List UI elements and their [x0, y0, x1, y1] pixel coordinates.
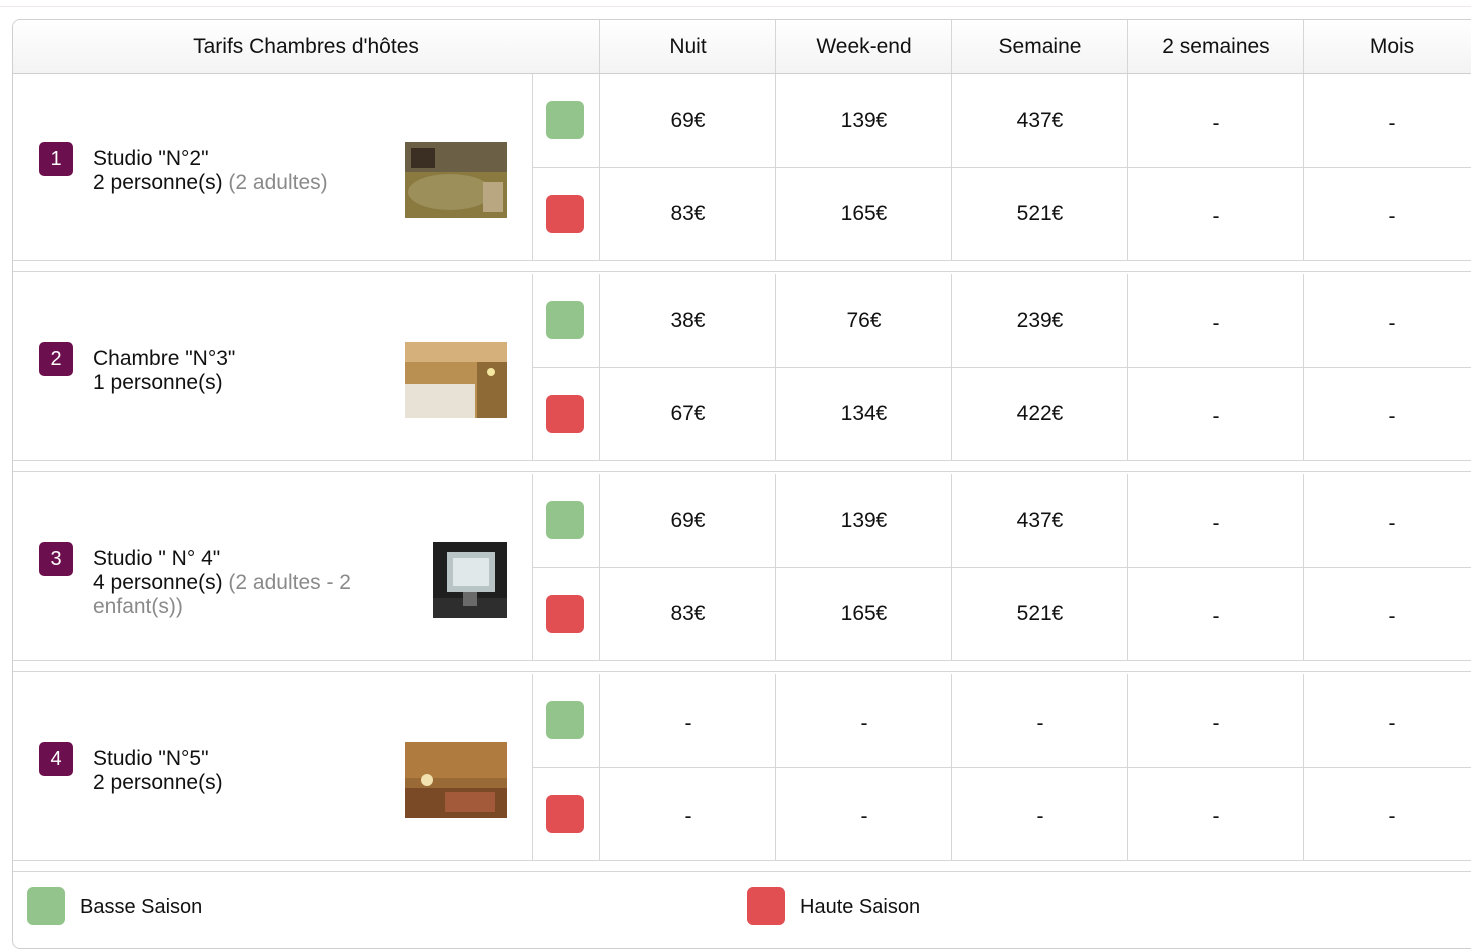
room-photo[interactable] — [405, 342, 507, 418]
price-cell: 239€ — [1016, 309, 1064, 332]
price-cell: 521€ — [1016, 602, 1064, 625]
room-capacity-detail: (2 adultes) — [228, 171, 328, 194]
basse-saison-swatch — [546, 701, 584, 739]
price-cell: - — [860, 805, 868, 828]
haute-saison-swatch — [546, 395, 584, 433]
basse-saison-swatch — [546, 501, 584, 539]
price-cell: - — [1212, 312, 1220, 335]
price-cell: - — [1212, 112, 1220, 135]
basse-saison-swatch — [546, 301, 584, 339]
room-number-badge: 4 — [39, 742, 73, 776]
column-header-nuit: Nuit — [669, 34, 707, 58]
price-cell: - — [1388, 312, 1396, 335]
price-cell: - — [1388, 512, 1396, 535]
legend-haute-saison-label: Haute Saison — [800, 896, 921, 918]
column-header-mois: Mois — [1369, 34, 1415, 58]
room-info: Studio "N°2" 2 personne(s) (2 adultes) — [93, 147, 393, 195]
room-name: Chambre "N°3" — [93, 347, 236, 370]
price-cell: - — [1388, 805, 1396, 828]
price-cell: - — [1212, 205, 1220, 228]
price-cell: - — [1036, 712, 1044, 735]
price-cell: - — [1388, 112, 1396, 135]
price-cell: 76€ — [846, 309, 882, 332]
legend-basse-saison-label: Basse Saison — [80, 896, 203, 918]
haute-saison-swatch — [546, 595, 584, 633]
price-cell: - — [1212, 512, 1220, 535]
price-cell: 134€ — [840, 402, 888, 425]
price-cell: - — [1212, 805, 1220, 828]
room-capacity: 4 personne(s) — [93, 571, 223, 594]
column-header-week-end: Week-end — [816, 34, 912, 58]
price-cell: 67€ — [670, 402, 706, 425]
price-cell: - — [1388, 712, 1396, 735]
room-capacity: 2 personne(s) — [93, 771, 223, 794]
price-cell: - — [1388, 605, 1396, 628]
top-divider — [0, 6, 1471, 7]
price-cell: - — [684, 712, 692, 735]
room-number-badge: 3 — [39, 542, 73, 576]
price-cell: 521€ — [1016, 202, 1064, 225]
room-name: Studio " N° 4" — [93, 547, 221, 570]
room-photo[interactable] — [433, 542, 507, 618]
price-cell: - — [1212, 605, 1220, 628]
price-cell: 139€ — [840, 509, 888, 532]
room-number-badge: 2 — [39, 342, 73, 376]
price-cell: 69€ — [670, 509, 706, 532]
legend-haute-saison-swatch — [747, 887, 785, 925]
price-cell: 422€ — [1016, 402, 1064, 425]
room-photo[interactable] — [405, 142, 507, 218]
price-cell: 139€ — [840, 109, 888, 132]
legend-basse-saison-swatch — [27, 887, 65, 925]
basse-saison-swatch — [546, 101, 584, 139]
price-cell: 165€ — [840, 602, 888, 625]
column-header-2-semaines: 2 semaines — [1162, 34, 1270, 58]
tarifs-table: Tarifs Chambres d'hôtes Nuit Week-end Se… — [12, 19, 1471, 949]
haute-saison-swatch — [546, 795, 584, 833]
price-cell: 437€ — [1016, 109, 1064, 132]
price-cell: - — [1036, 805, 1044, 828]
table-header: Tarifs Chambres d'hôtes Nuit Week-end Se… — [13, 20, 1471, 74]
price-cell: 437€ — [1016, 509, 1064, 532]
room-info: Studio " N° 4" 4 personne(s) (2 adultes … — [93, 547, 393, 619]
price-cell: - — [1212, 712, 1220, 735]
table-title: Tarifs Chambres d'hôtes — [193, 34, 419, 58]
price-cell: - — [1388, 205, 1396, 228]
room-capacity: 2 personne(s) — [93, 171, 223, 194]
price-cell: - — [1388, 405, 1396, 428]
room-capacity: 1 personne(s) — [93, 371, 223, 394]
room-name: Studio "N°5" — [93, 747, 209, 770]
price-cell: 83€ — [670, 602, 706, 625]
price-cell: - — [684, 805, 692, 828]
room-number-badge: 1 — [39, 142, 73, 176]
price-cell: - — [860, 712, 868, 735]
room-info: Chambre "N°3" 1 personne(s) — [93, 347, 393, 395]
haute-saison-swatch — [546, 195, 584, 233]
room-photo[interactable] — [405, 742, 507, 818]
price-cell: 69€ — [670, 109, 706, 132]
room-name: Studio "N°2" — [93, 147, 209, 170]
price-cell: 38€ — [670, 309, 706, 332]
price-cell: 83€ — [670, 202, 706, 225]
column-header-semaine: Semaine — [998, 34, 1082, 58]
room-info: Studio "N°5" 2 personne(s) — [93, 747, 393, 795]
price-cell: - — [1212, 405, 1220, 428]
price-cell: 165€ — [840, 202, 888, 225]
